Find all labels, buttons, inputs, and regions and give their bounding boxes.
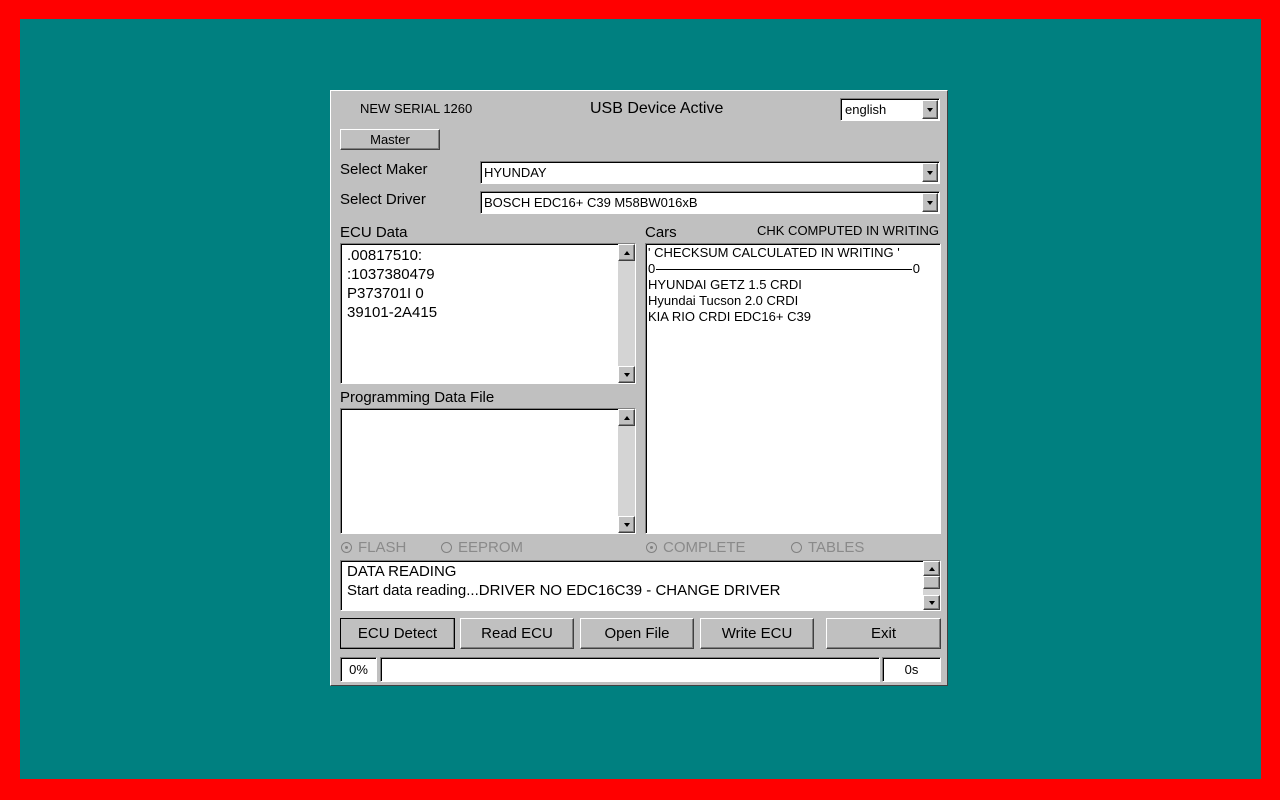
driver-value: BOSCH EDC16+ C39 M58BW016xB [484,195,698,210]
chevron-up-icon [928,566,935,571]
car-item[interactable]: KIA RIO CRDI EDC16+ C39 [648,309,811,325]
log-box[interactable]: DATA READING Start data reading...DRIVER… [340,560,941,611]
cars-list[interactable]: ' CHECKSUM CALCULATED IN WRITING ' 0 0 H… [645,243,941,534]
range-start: 0 [648,261,656,276]
usb-status: USB Device Active [590,100,724,117]
elapsed-time: 0s [882,657,941,682]
chevron-down-icon [623,372,630,377]
chevron-up-icon [623,250,630,255]
serial-label: NEW SERIAL 1260 [360,101,473,116]
car-item[interactable]: HYUNDAI GETZ 1.5 CRDI [648,277,811,293]
ecu-data-label: ECU Data [340,224,408,241]
ecu-data-box[interactable]: .00817510: :1037380479 P373701I 0 39101-… [340,243,636,384]
chevron-down-icon [623,522,630,527]
eeprom-radio[interactable]: EEPROM [441,539,523,556]
cars-label: Cars [645,224,677,241]
language-select[interactable]: english [840,98,940,121]
ecu-data-line: :1037380479 [347,266,435,283]
ecu-data-line: P373701I 0 [347,285,424,302]
chevron-down-icon [927,107,933,112]
language-dropdown-arrow[interactable] [922,100,938,119]
ecu-tool-window: NEW SERIAL 1260 USB Device Active englis… [330,90,948,686]
progress-percent: 0% [340,657,377,682]
maker-select[interactable]: HYUNDAY [480,161,940,184]
scroll-thumb[interactable] [923,576,940,589]
range-track [656,269,912,270]
programming-data-scrollbar[interactable] [618,409,635,533]
read-ecu-button[interactable]: Read ECU [460,618,574,649]
radio-selected-icon [341,542,352,553]
open-file-button[interactable]: Open File [580,618,694,649]
complete-radio[interactable]: COMPLETE [646,539,746,556]
cars-list-title: ' CHECKSUM CALCULATED IN WRITING ' [648,245,900,260]
programming-data-label: Programming Data File [340,389,495,406]
radio-icon [441,542,452,553]
car-items: HYUNDAI GETZ 1.5 CRDI Hyundai Tucson 2.0… [648,277,811,325]
scroll-up-button[interactable] [923,561,940,576]
scroll-down-button[interactable] [618,366,635,383]
log-line: DATA READING [347,563,457,580]
progress-bar [380,657,880,682]
flash-radio-label: FLASH [358,539,407,556]
maker-value: HYUNDAY [484,165,547,180]
tables-radio[interactable]: TABLES [791,539,864,556]
log-scrollbar[interactable] [923,561,940,610]
driver-select[interactable]: BOSCH EDC16+ C39 M58BW016xB [480,191,940,214]
scroll-up-button[interactable] [618,244,635,261]
tables-radio-label: TABLES [808,539,865,556]
complete-radio-label: COMPLETE [663,539,746,556]
exit-button[interactable]: Exit [826,618,941,649]
range-end: 0 [912,261,920,276]
radio-selected-icon [646,542,657,553]
chevron-down-icon [928,600,935,605]
select-driver-label: Select Driver [340,191,426,208]
select-maker-label: Select Maker [340,161,428,178]
language-value: english [845,102,887,117]
log-lines: DATA READING Start data reading...DRIVER… [347,562,780,600]
scroll-down-button[interactable] [923,595,940,610]
chevron-down-icon [927,200,933,205]
ecu-data-line: .00817510: [347,247,423,264]
scroll-down-button[interactable] [618,516,635,533]
checksum-note: CHK COMPUTED IN WRITING [757,223,939,238]
master-button[interactable]: Master [340,129,440,150]
write-ecu-button[interactable]: Write ECU [700,618,814,649]
programming-data-box[interactable] [340,408,636,534]
ecu-data-lines: .00817510: :1037380479 P373701I 0 39101-… [347,246,437,322]
log-line: Start data reading...DRIVER NO EDC16C39 … [347,582,781,599]
radio-icon [791,542,802,553]
ecu-detect-button[interactable]: ECU Detect [340,618,455,649]
scroll-up-button[interactable] [618,409,635,426]
driver-dropdown-arrow[interactable] [922,193,938,212]
car-item[interactable]: Hyundai Tucson 2.0 CRDI [648,293,811,309]
maker-dropdown-arrow[interactable] [922,163,938,182]
flash-radio[interactable]: FLASH [341,539,406,556]
chevron-down-icon [927,170,933,175]
eeprom-radio-label: EEPROM [458,539,524,556]
ecu-data-scrollbar[interactable] [618,244,635,383]
range-slider[interactable]: 0 0 [648,261,920,277]
ecu-data-line: 39101-2A415 [347,304,438,321]
chevron-up-icon [623,415,630,420]
